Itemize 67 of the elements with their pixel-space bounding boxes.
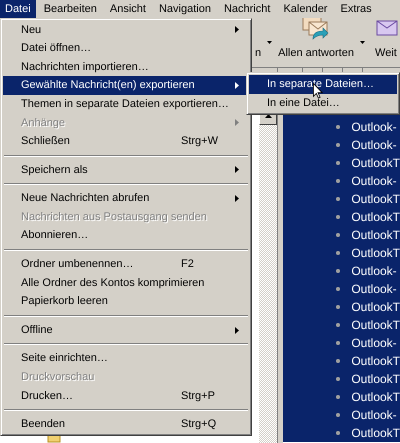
menu-item[interactable]: Speichern als xyxy=(3,160,249,180)
message-row[interactable]: Outlook- xyxy=(283,136,400,154)
message-row[interactable]: OutlookT xyxy=(283,316,400,334)
menu-item[interactable]: Schließen Strg+W xyxy=(3,132,249,151)
bullet-icon xyxy=(336,341,340,345)
menu-item[interactable]: Themen in separate Dateien exportieren… xyxy=(3,94,249,114)
menu-bar-item[interactable]: Nachricht xyxy=(218,0,276,18)
menu-item[interactable]: Papierkorb leeren xyxy=(3,292,249,311)
menu-bar-item[interactable]: Bearbeiten xyxy=(38,0,102,18)
message-row[interactable]: Outlook- xyxy=(283,406,400,424)
bullet-icon xyxy=(336,143,340,147)
menu-item[interactable]: Neue Nachrichten abrufen xyxy=(3,189,249,208)
bullet-icon xyxy=(336,395,340,399)
bullet-icon xyxy=(336,377,340,381)
bullet-icon xyxy=(336,215,340,219)
menu-bar-item[interactable]: Kalender xyxy=(278,0,332,18)
up-arrow-icon xyxy=(264,114,272,118)
message-row[interactable]: OutlookT xyxy=(283,244,400,262)
menu-item[interactable]: Drucken… Strg+P xyxy=(3,386,249,406)
bullet-icon xyxy=(336,359,340,363)
menu-bar-item[interactable]: Ansicht xyxy=(104,0,151,18)
menu-bar-item[interactable]: Extras xyxy=(335,0,377,18)
message-row[interactable]: OutlookT xyxy=(283,298,400,316)
dropdown-arrow-icon[interactable] xyxy=(360,41,365,44)
message-row[interactable]: Outlook- xyxy=(283,334,400,352)
menu-item[interactable]: Ordner umbenennen… F2 xyxy=(3,255,249,274)
message-row[interactable]: Outlook- xyxy=(283,262,400,280)
menu-item[interactable]: In separate Dateien… xyxy=(249,75,397,94)
menu-item[interactable]: Offline xyxy=(3,320,249,340)
bullet-icon xyxy=(336,197,340,201)
message-row[interactable]: OutlookT xyxy=(283,208,400,226)
bullet-icon xyxy=(336,431,340,435)
menu-bar-item[interactable]: Datei xyxy=(0,0,36,18)
bullet-icon xyxy=(336,413,340,417)
bullet-icon xyxy=(336,179,340,183)
menu-item[interactable]: Neu xyxy=(3,20,249,40)
bullet-icon xyxy=(336,323,340,327)
menu-item[interactable]: Beenden Strg+Q xyxy=(3,415,249,434)
message-row[interactable]: OutlookT xyxy=(283,154,400,172)
bullet-icon xyxy=(336,287,340,291)
message-row[interactable]: OutlookT xyxy=(283,370,400,388)
bullet-icon xyxy=(336,125,340,129)
message-row[interactable]: OutlookT xyxy=(283,226,400,244)
bullet-icon xyxy=(336,251,340,255)
menu-item[interactable]: Seite einrichten… xyxy=(3,349,249,368)
menu-item[interactable]: In eine Datei… xyxy=(249,94,397,112)
menu-item[interactable]: Nachrichten importieren… xyxy=(3,58,249,76)
menu-item[interactable]: Datei öffnen… xyxy=(3,39,249,58)
toolbar-button[interactable]: n xyxy=(253,44,264,61)
bullet-icon xyxy=(336,305,340,309)
dropdown-arrow-icon[interactable] xyxy=(267,41,272,44)
menu-item[interactable]: Abonnieren… xyxy=(3,226,249,246)
message-row[interactable]: OutlookT xyxy=(283,424,400,442)
bullet-icon xyxy=(336,161,340,165)
menu-bar-item[interactable]: Navigation xyxy=(154,0,216,18)
toolbar-button[interactable]: Allen antworten xyxy=(276,18,356,61)
toolbar-button[interactable]: Weit xyxy=(368,18,400,61)
message-row[interactable]: OutlookT xyxy=(283,352,400,370)
bullet-icon xyxy=(336,269,340,273)
message-row[interactable]: OutlookT xyxy=(283,190,400,208)
message-row[interactable]: Outlook- xyxy=(283,118,400,136)
bullet-icon xyxy=(336,233,340,237)
menu-item[interactable]: Alle Ordner des Kontos komprimieren xyxy=(3,274,249,292)
message-row[interactable]: Outlook- xyxy=(283,280,400,298)
message-row[interactable]: Outlook- xyxy=(283,172,400,190)
menu-item[interactable]: Gewählte Nachricht(en) exportieren xyxy=(3,76,249,95)
message-row[interactable]: OutlookT xyxy=(283,388,400,406)
